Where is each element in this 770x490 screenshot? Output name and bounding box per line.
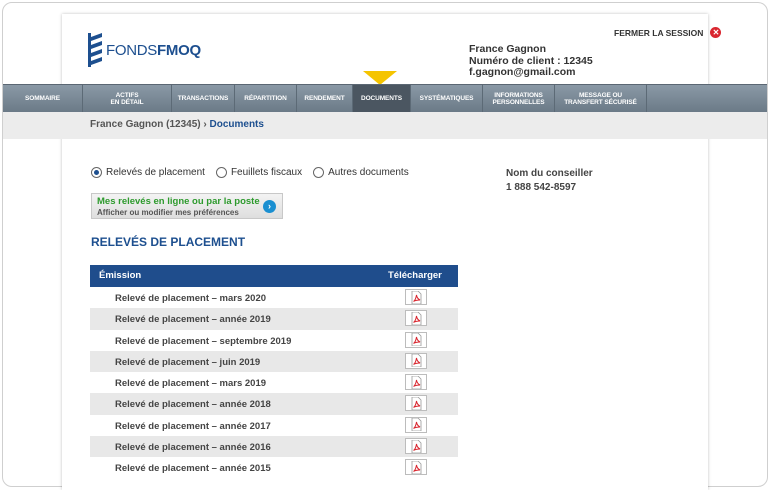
table-row: Relevé de placement – juin 2019 bbox=[90, 350, 458, 373]
logout-label: FERMER LA SESSION bbox=[614, 27, 704, 38]
advisor-phone: 1 888 542-8597 bbox=[506, 182, 577, 193]
breadcrumb: France Gagnon (12345) › Documents bbox=[90, 119, 264, 130]
breadcrumb-parent[interactable]: France Gagnon (12345) bbox=[90, 119, 201, 130]
table-row: Relevé de placement – année 2019 bbox=[90, 308, 458, 330]
radio-unchecked-icon bbox=[215, 167, 227, 178]
statement-label: Relevé de placement – septembre 2019 bbox=[115, 335, 292, 347]
pdf-icon bbox=[411, 396, 422, 410]
nav-item-informations[interactable]: INFORMATIONS PERSONNELLES bbox=[483, 85, 555, 112]
download-pdf-button[interactable] bbox=[405, 374, 427, 391]
download-pdf-button[interactable] bbox=[405, 289, 427, 305]
pdf-icon bbox=[411, 333, 422, 347]
table-row: Relevé de placement – mars 2019 bbox=[90, 372, 458, 393]
download-pdf-button[interactable] bbox=[405, 416, 427, 433]
fmoq-logo[interactable]: FONDSFMOQ bbox=[88, 33, 201, 67]
download-pdf-button[interactable] bbox=[405, 459, 427, 476]
pdf-icon bbox=[411, 311, 422, 325]
table-header: Émission Télécharger bbox=[90, 265, 458, 287]
download-pdf-button[interactable] bbox=[405, 395, 427, 412]
close-icon: ✕ bbox=[710, 27, 722, 38]
radio-releves[interactable]: Relevés de placement bbox=[91, 167, 205, 178]
pdf-icon bbox=[411, 354, 422, 368]
table-row: Relevé de placement – septembre 2019 bbox=[90, 330, 458, 351]
pdf-icon bbox=[411, 290, 422, 304]
statement-label: Relevé de placement – année 2017 bbox=[115, 420, 271, 432]
user-info: France Gagnon Numéro de client : 12345 f… bbox=[469, 43, 593, 79]
preferences-subtitle: Afficher ou modifier mes préférences bbox=[97, 208, 239, 217]
logout-button[interactable]: FERMER LA SESSION ✕ bbox=[614, 27, 722, 38]
pdf-icon bbox=[411, 418, 422, 432]
pdf-icon bbox=[411, 439, 422, 453]
nav-item-systematiques[interactable]: SYSTÉMATIQUES bbox=[411, 85, 483, 112]
section-title: RELEVÉS DE PLACEMENT bbox=[91, 235, 246, 249]
radio-checked-icon bbox=[91, 167, 102, 178]
nav-item-documents[interactable]: DOCUMENTS bbox=[353, 85, 411, 112]
table-row: Relevé de placement – année 2015 bbox=[90, 457, 458, 478]
table-row: Relevé de placement – année 2017 bbox=[90, 415, 458, 436]
table-row: Relevé de placement – année 2018 bbox=[90, 393, 458, 415]
nav-item-sommaire[interactable]: SOMMAIRE bbox=[3, 85, 83, 112]
statement-label: Relevé de placement – année 2018 bbox=[115, 399, 271, 411]
statement-label: Relevé de placement – mars 2019 bbox=[115, 378, 267, 390]
advisor-label: Nom du conseiller bbox=[506, 168, 593, 179]
download-pdf-button[interactable] bbox=[405, 310, 427, 327]
nav-item-actifs[interactable]: ACTIFS EN DÉTAIL bbox=[83, 85, 172, 112]
column-header-issue: Émission bbox=[99, 270, 142, 281]
advisor-info: Nom du conseiller 1 888 542-8597 bbox=[506, 167, 593, 195]
radio-autres[interactable]: Autres documents bbox=[313, 167, 409, 178]
nav-item-transactions[interactable]: TRANSACTIONS bbox=[172, 85, 235, 112]
radio-feuillets[interactable]: Feuillets fiscaux bbox=[215, 167, 302, 178]
pdf-icon bbox=[411, 460, 422, 474]
preferences-title: Mes relevés en ligne ou par la poste bbox=[97, 196, 260, 207]
statement-label: Relevé de placement – juin 2019 bbox=[115, 356, 261, 368]
user-email: f.gagnon@gmail.com bbox=[469, 66, 576, 78]
logo-text: FONDSFMOQ bbox=[106, 41, 201, 59]
active-tab-indicator-icon bbox=[363, 71, 397, 85]
table-row: Relevé de placement – mars 2020 bbox=[90, 287, 458, 308]
document-type-selector: Relevés de placement Feuillets fiscaux A… bbox=[91, 167, 420, 178]
breadcrumb-current: Documents bbox=[209, 119, 264, 130]
statements-table: Émission Télécharger Relevé de placement… bbox=[90, 265, 458, 479]
download-pdf-button[interactable] bbox=[405, 331, 427, 348]
user-name: France Gagnon bbox=[469, 43, 547, 55]
pdf-icon bbox=[411, 375, 422, 389]
statement-label: Relevé de placement – année 2015 bbox=[115, 463, 271, 475]
column-header-download: Télécharger bbox=[388, 270, 442, 281]
nav-item-message[interactable]: MESSAGE OU TRANSFERT SÉCURISÉ bbox=[555, 85, 647, 112]
chevron-right-icon: › bbox=[263, 200, 276, 213]
statement-label: Relevé de placement – année 2019 bbox=[115, 314, 271, 326]
main-nav: SOMMAIRE ACTIFS EN DÉTAIL TRANSACTIONS RÉ… bbox=[3, 84, 767, 113]
download-pdf-button[interactable] bbox=[405, 438, 427, 455]
download-pdf-button[interactable] bbox=[405, 352, 427, 369]
nav-item-rendement[interactable]: RENDEMENT bbox=[297, 85, 353, 112]
nav-item-repartition[interactable]: RÉPARTITION bbox=[235, 85, 297, 112]
statement-label: Relevé de placement – année 2016 bbox=[115, 442, 271, 454]
preferences-button[interactable]: Mes relevés en ligne ou par la poste Aff… bbox=[91, 193, 283, 219]
statement-label: Relevé de placement – mars 2020 bbox=[115, 293, 267, 304]
table-row: Relevé de placement – année 2016 bbox=[90, 436, 458, 458]
fmoq-logo-icon bbox=[88, 33, 102, 67]
radio-unchecked-icon bbox=[313, 167, 325, 178]
